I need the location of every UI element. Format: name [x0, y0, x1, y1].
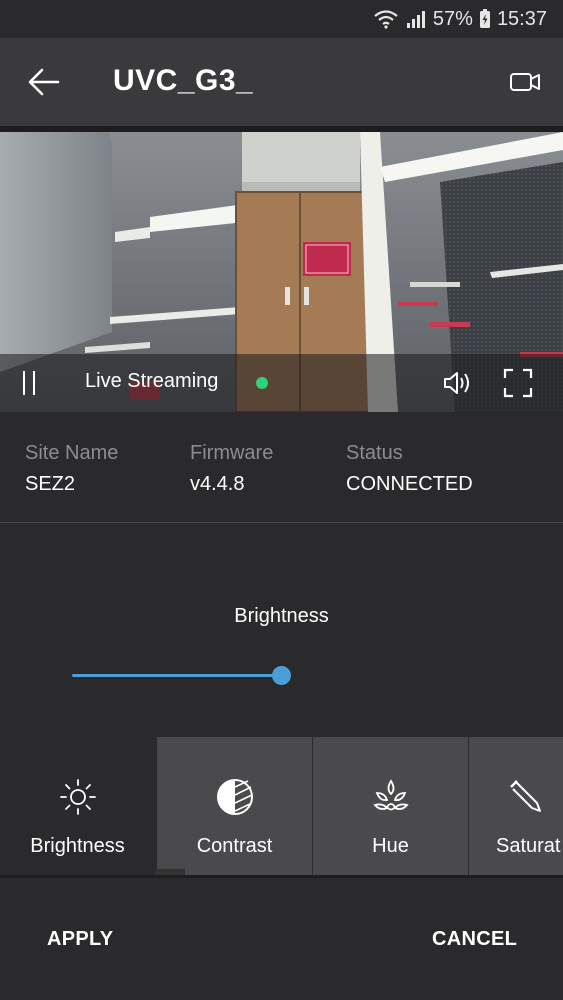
tab-label: Hue: [372, 835, 409, 857]
tab-label: Brightness: [30, 835, 125, 857]
tab-contrast[interactable]: Contrast: [157, 737, 312, 875]
volume-button[interactable]: [442, 369, 474, 397]
video-camera-icon: [510, 73, 540, 91]
app-toolbar: UVC_G3_: [0, 38, 563, 126]
tab-label: Saturat: [496, 835, 561, 857]
status-group: Status CONNECTED: [346, 442, 473, 496]
contrast-icon: [216, 779, 253, 815]
status-label: Status: [346, 442, 403, 464]
tab-label: Contrast: [196, 835, 273, 857]
status-value: CONNECTED: [346, 473, 473, 495]
apply-button[interactable]: APPLY: [47, 928, 113, 951]
volume-icon: [444, 372, 469, 394]
wifi-icon: [374, 10, 398, 29]
slider-track: [72, 674, 282, 677]
sun-icon: [59, 779, 96, 815]
signal-icon: [406, 11, 425, 28]
tab-brightness[interactable]: Brightness: [0, 737, 155, 875]
video-controls-bar: Live Streaming: [0, 354, 563, 412]
site-name-group: Site Name SEZ2: [25, 442, 118, 496]
tab-hue[interactable]: Hue: [313, 737, 468, 875]
slider-thumb[interactable]: [272, 666, 291, 685]
pause-icon: [23, 371, 35, 395]
adjust-tabs: Brightness Contrast Hue Saturat: [0, 737, 563, 875]
video-camera-button[interactable]: [509, 68, 543, 96]
site-name-label: Site Name: [25, 442, 119, 464]
status-icons: 57% 15:37: [373, 6, 547, 32]
firmware-value: v4.4.8: [190, 473, 245, 495]
action-bar: APPLY CANCEL: [0, 878, 563, 1000]
fullscreen-button[interactable]: [503, 368, 533, 398]
fullscreen-icon: [503, 368, 533, 398]
live-status-dot: [256, 377, 268, 389]
tab-saturation[interactable]: Saturat: [469, 737, 563, 875]
pause-button[interactable]: [20, 369, 40, 397]
live-video-view[interactable]: Live Streaming: [0, 132, 563, 412]
firmware-label: Firmware: [190, 442, 274, 464]
hue-icon: [372, 779, 409, 811]
clock: 15:37: [496, 7, 547, 30]
arrow-left-icon: [28, 68, 60, 96]
back-button[interactable]: [26, 64, 62, 100]
page-title: UVC_G3_: [113, 64, 254, 97]
battery-percent: 57%: [432, 7, 473, 30]
camera-info-panel: Site Name SEZ2 Firmware v4.4.8 Status CO…: [0, 412, 563, 522]
firmware-group: Firmware v4.4.8: [190, 442, 273, 496]
brightness-slider[interactable]: [72, 665, 292, 685]
site-name-value: SEZ2: [25, 473, 76, 495]
battery-icon: [479, 9, 490, 28]
dropper-icon: [510, 780, 541, 812]
image-adjust-panel: Brightness: [0, 523, 563, 737]
live-streaming-label: Live Streaming: [85, 370, 219, 392]
status-bar: 57% 15:37: [0, 0, 563, 38]
cancel-button[interactable]: CANCEL: [432, 928, 517, 951]
adjust-title: Brightness: [234, 605, 329, 627]
